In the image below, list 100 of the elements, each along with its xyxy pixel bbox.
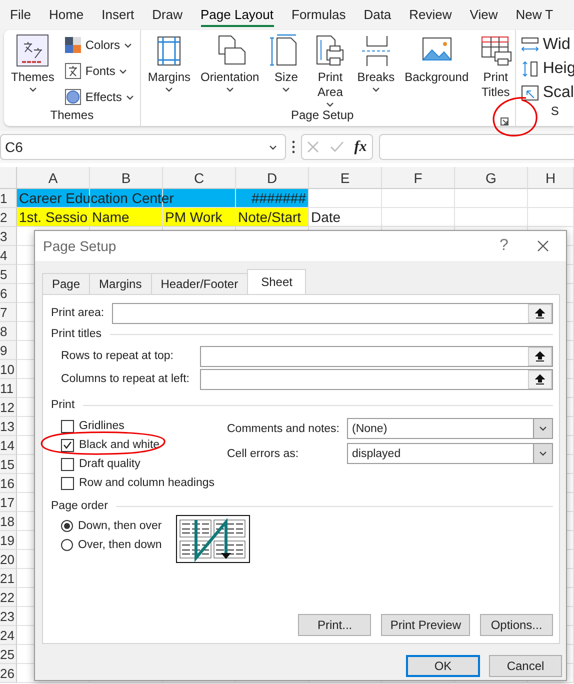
page-setup-button[interactable]: Margins [144, 34, 194, 108]
row-header[interactable]: 9 [0, 341, 17, 360]
dialog-tab[interactable]: Page [42, 273, 90, 294]
column-header[interactable]: G [455, 167, 528, 189]
check-icon[interactable] [330, 141, 344, 153]
page-setup-button[interactable]: Breaks [354, 34, 398, 108]
row-header[interactable]: 6 [0, 284, 17, 303]
row-header[interactable]: 20 [0, 550, 17, 569]
page-setup-button[interactable]: Print Area [310, 34, 350, 108]
dialog-button[interactable]: Print Preview [381, 614, 470, 636]
row-header[interactable]: 3 [0, 227, 17, 246]
ribbon-tab[interactable]: New T [516, 4, 554, 26]
ribbon-tab[interactable]: Draw [152, 4, 182, 26]
page-setup-button[interactable]: Print Titles [476, 34, 516, 108]
checkbox-label[interactable]: Gridlines [79, 420, 124, 432]
column-header[interactable]: A [17, 167, 90, 189]
checkbox[interactable] [61, 476, 74, 490]
checkbox-label[interactable]: Draft quality [79, 458, 140, 470]
checkbox-label[interactable]: Row and column headings [79, 477, 215, 489]
radio-label[interactable]: Down, then over [78, 520, 162, 532]
radio-button[interactable] [61, 520, 73, 532]
input-field[interactable] [112, 302, 553, 324]
row-header[interactable]: 16 [0, 474, 17, 493]
ribbon-tab[interactable]: Home [48, 4, 84, 26]
row-header[interactable]: 26 [0, 664, 17, 683]
ribbon-tab[interactable]: View [470, 4, 498, 26]
circle-effect-icon [65, 89, 82, 105]
row-header[interactable]: 10 [0, 360, 17, 379]
row-header[interactable]: 21 [0, 569, 17, 588]
input-field[interactable] [200, 368, 553, 390]
ribbon-tab[interactable]: Review [409, 4, 452, 26]
row-header[interactable]: 25 [0, 645, 17, 664]
row-header[interactable]: 4 [0, 246, 17, 265]
dialog-button[interactable]: Print... [298, 614, 372, 636]
scale-option-button[interactable]: Scal [518, 82, 574, 104]
row-header[interactable]: 1 [0, 189, 17, 208]
row-header[interactable]: 8 [0, 322, 17, 341]
row-header[interactable]: 17 [0, 493, 17, 512]
close-icon [537, 240, 549, 252]
row-header[interactable]: 23 [0, 607, 17, 626]
row-header[interactable]: 13 [0, 417, 17, 436]
checkbox[interactable] [61, 420, 74, 432]
cell-text: PM Work [165, 209, 222, 225]
ribbon-tab[interactable]: File [10, 4, 31, 26]
row-header[interactable]: 19 [0, 531, 17, 550]
column-header[interactable]: F [382, 167, 455, 189]
scale-option-button[interactable]: Wid [518, 34, 574, 56]
formula-input[interactable] [379, 134, 574, 160]
ribbon-tab[interactable]: Data [364, 4, 392, 26]
group-label: Themes [49, 108, 95, 124]
row-header[interactable]: 18 [0, 512, 17, 531]
row-header[interactable]: 24 [0, 626, 17, 645]
theme-option-button[interactable]: Fonts [63, 60, 136, 82]
help-button[interactable]: ? [490, 236, 518, 256]
insert-function-button[interactable]: fx [354, 138, 367, 156]
row-header[interactable]: 22 [0, 588, 17, 607]
page-setup-button[interactable]: Background [402, 34, 472, 108]
ribbon-tab[interactable]: Page Layout [200, 4, 274, 26]
radio-button[interactable] [61, 539, 73, 551]
row-header[interactable]: 7 [0, 303, 17, 322]
table-printer-icon [478, 34, 513, 68]
dropdown[interactable]: (None) [347, 418, 553, 439]
column-header[interactable]: E [309, 167, 382, 189]
row-header[interactable]: 2 [0, 208, 17, 227]
row-header[interactable]: 5 [0, 265, 17, 284]
scale-icon [520, 85, 539, 101]
page-setup-button[interactable]: Orientation [198, 34, 262, 108]
drag-handle-icon[interactable] [292, 140, 295, 154]
radio-label[interactable]: Over, then down [78, 539, 162, 551]
checkbox[interactable] [61, 438, 74, 452]
row-header[interactable]: 15 [0, 455, 17, 474]
name-box[interactable]: C6 [0, 134, 286, 160]
themes-button[interactable]: Themes [8, 34, 58, 108]
row-header[interactable]: 14 [0, 436, 17, 455]
row-header[interactable]: 11 [0, 379, 17, 398]
dialog-button[interactable]: OK [406, 655, 480, 677]
dialog-button[interactable]: Options... [480, 614, 553, 636]
dialog-title: Page Setup [43, 238, 118, 254]
column-header[interactable]: H [528, 167, 574, 189]
row-header[interactable]: 12 [0, 398, 17, 417]
cell-text: Note/Start [238, 209, 302, 225]
chevron-icon [539, 426, 547, 431]
collapse-button[interactable] [528, 346, 552, 366]
dialog-launcher-icon[interactable] [500, 117, 509, 126]
dialog-button[interactable]: Cancel [489, 655, 562, 677]
checkbox[interactable] [61, 458, 74, 470]
input-field[interactable] [200, 346, 553, 366]
column-header[interactable]: C [163, 167, 236, 189]
collapse-button[interactable] [528, 304, 552, 322]
column-header[interactable]: D [236, 167, 309, 189]
ribbon-tab[interactable]: Formulas [292, 4, 346, 26]
ribbon-tab[interactable]: Insert [102, 4, 134, 26]
theme-option-button[interactable]: Effects [63, 86, 136, 108]
page-setup-button[interactable]: Size [266, 34, 306, 108]
dialog-tab[interactable]: Sheet [247, 269, 306, 294]
theme-option-button[interactable]: Colors [63, 34, 136, 56]
dropdown[interactable]: displayed [347, 443, 553, 464]
collapse-button[interactable] [528, 370, 552, 388]
column-header[interactable]: B [90, 167, 163, 189]
width-icon [520, 37, 539, 53]
